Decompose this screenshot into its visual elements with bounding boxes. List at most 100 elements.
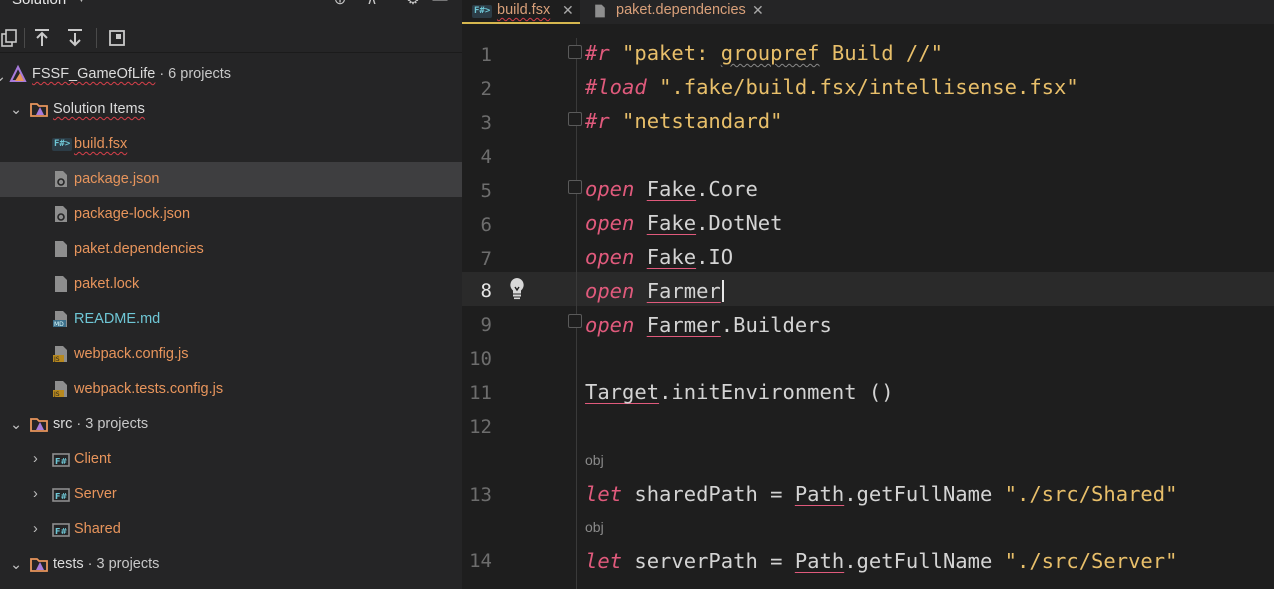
chevron-down-icon[interactable]: ⌄ [10, 102, 22, 118]
arrow-down-icon[interactable] [63, 26, 87, 50]
minimize-icon[interactable]: — [430, 0, 450, 11]
file-name: package.json [74, 171, 160, 187]
module-name: Fake [646, 245, 697, 269]
tab-label: paket.dependencies [616, 2, 746, 18]
fold-marker-icon[interactable] [568, 45, 582, 59]
js-file-icon: JS [53, 346, 67, 363]
text-cursor [721, 280, 724, 302]
svg-text:F#: F# [55, 457, 67, 466]
file-name: webpack.tests.config.js [74, 381, 224, 397]
fold-marker-icon[interactable] [568, 180, 582, 194]
tree-item-solution-root[interactable]: ⌄ FSSF_GameOfLife · 6 projects [0, 57, 462, 92]
tree-item-solution-items[interactable]: ⌄ Solution Items [0, 92, 462, 127]
lightbulb-icon[interactable] [507, 276, 527, 300]
chevron-right-icon[interactable]: › [33, 521, 45, 537]
string-literal: "paket: [622, 41, 721, 65]
project-count: · 6 projects [159, 66, 232, 82]
files-view-icon[interactable] [0, 26, 22, 50]
tree-item-file[interactable]: MD README.md [0, 302, 462, 337]
code-line-7[interactable]: open Fake.IO [585, 245, 733, 269]
tree-item-file[interactable]: paket.lock [0, 267, 462, 302]
code-text: .IO [696, 245, 734, 269]
line-number: 13 [469, 484, 492, 506]
tree-item-file[interactable]: package.json [0, 162, 462, 197]
code-text: .initEnvironment () [659, 380, 894, 404]
keyword: let [585, 482, 623, 506]
solution-name: FSSF_GameOfLife [32, 66, 156, 82]
chevron-right-icon[interactable]: › [33, 486, 45, 502]
project-name: Client [74, 451, 112, 467]
code-line-11[interactable]: Target.initEnvironment () [585, 380, 894, 404]
tree-item-file[interactable]: package-lock.json [0, 197, 462, 232]
svg-text:F#: F# [55, 492, 67, 501]
code-text: .getFullName [844, 482, 1005, 506]
collapse-icon[interactable]: ⊼ [362, 0, 382, 11]
module-name: Fake [646, 177, 697, 201]
solution-icon [9, 64, 27, 82]
solution-title[interactable]: Solution [12, 0, 66, 8]
arrow-up-icon[interactable] [30, 26, 54, 50]
solution-explorer: Solution ▼ ⊕ ⊼ ⚙ — ⌄ FSSF_GameOfLife · 6… [0, 0, 462, 589]
tree-item-tests-folder[interactable]: ⌄ tests · 3 projects [0, 547, 462, 582]
fold-marker-icon[interactable] [568, 112, 582, 126]
close-icon[interactable]: ✕ [752, 2, 764, 19]
code-text: .Builders [720, 313, 832, 337]
tree-item-file[interactable]: F#> build.fsx [0, 127, 462, 162]
close-icon[interactable]: ✕ [562, 2, 574, 19]
tree-item-file[interactable]: JS webpack.tests.config.js [0, 372, 462, 407]
tree-item-file[interactable]: paket.dependencies [0, 232, 462, 267]
tree-item-file[interactable]: JS webpack.config.js [0, 337, 462, 372]
tree-item-src-folder[interactable]: ⌄ src · 3 projects [0, 407, 462, 442]
folder-label: src [53, 416, 73, 432]
gear-icon[interactable]: ⚙ [403, 0, 423, 11]
chevron-right-icon[interactable]: › [33, 451, 45, 467]
keyword: let [585, 549, 623, 573]
fsharp-file-icon: F#> [52, 138, 73, 151]
code-line-2[interactable]: #load ".fake/build.fsx/intellisense.fsx" [585, 75, 1079, 99]
preview-icon[interactable] [105, 26, 129, 50]
tab-build-fsx[interactable]: F#> build.fsx ✕ [462, 0, 580, 24]
line-number: 2 [480, 78, 492, 100]
tree-item-project[interactable]: › F# Client [0, 442, 462, 477]
line-number: 4 [480, 146, 492, 168]
svg-text:MD: MD [54, 321, 64, 328]
file-name: webpack.config.js [74, 346, 189, 362]
tree-item-project[interactable]: › F# Server [0, 477, 462, 512]
line-number: 14 [469, 550, 492, 572]
chevron-down-icon[interactable]: ⌄ [10, 417, 22, 433]
solution-header: Solution ▼ ⊕ ⊼ ⚙ — [0, 0, 462, 11]
file-icon [55, 241, 67, 257]
fold-marker-icon[interactable] [568, 314, 582, 328]
string-literal: Build //" [819, 41, 943, 65]
code-line-9[interactable]: open Farmer.Builders [585, 313, 832, 337]
chevron-down-icon[interactable]: ⌄ [10, 557, 22, 573]
chevron-down-icon[interactable]: ▼ [76, 0, 87, 5]
code-line-13[interactable]: let sharedPath = Path.getFullName "./src… [585, 482, 1177, 506]
code-line-3[interactable]: #r "netstandard" [585, 109, 782, 133]
module-name: Fake [646, 211, 697, 235]
code-text: sharedPath = [622, 482, 795, 506]
project-name: Shared [74, 521, 121, 537]
tree-item-project[interactable]: › F# Shared [0, 512, 462, 547]
chevron-down-icon[interactable]: ⌄ [0, 69, 6, 85]
string-literal: ".fake/build.fsx/intellisense.fsx" [659, 75, 1079, 99]
code-line-14[interactable]: let serverPath = Path.getFullName "./src… [585, 549, 1177, 573]
code-line-5[interactable]: open Fake.Core [585, 177, 758, 201]
folder-label: Solution Items [53, 101, 145, 117]
module-name: Path [794, 482, 845, 506]
inlay-hint: obj [585, 452, 604, 468]
locate-target-icon[interactable]: ⊕ [330, 0, 350, 11]
current-line-highlight [462, 272, 1274, 306]
folder-label: tests [53, 556, 84, 572]
line-number: 5 [480, 180, 492, 202]
code-line-1[interactable]: #r "paket: groupref Build //" [585, 41, 943, 65]
file-name: README.md [74, 311, 161, 327]
line-number: 9 [480, 314, 492, 336]
code-line-6[interactable]: open Fake.DotNet [585, 211, 783, 235]
tab-paket-dependencies[interactable]: paket.dependencies ✕ [586, 0, 776, 24]
file-name: paket.lock [74, 276, 140, 292]
explorer-toolbar [0, 23, 462, 53]
line-number: 6 [480, 214, 492, 236]
keyword: open [585, 279, 635, 303]
code-line-8[interactable]: open Farmer [585, 279, 724, 303]
